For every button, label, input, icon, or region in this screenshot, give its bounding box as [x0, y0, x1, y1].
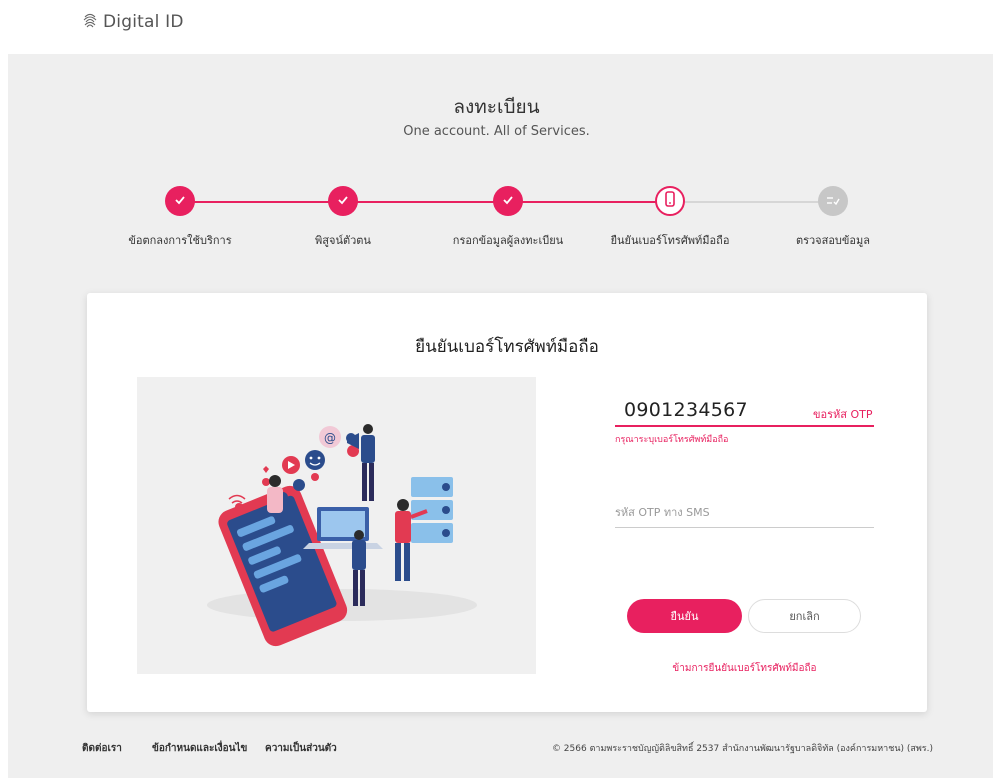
list-check-icon — [826, 192, 840, 211]
page-subtitle: One account. All of Services. — [403, 124, 590, 139]
footer-contact-link[interactable]: ติดต่อเรา — [82, 741, 122, 756]
mobile-phone-icon — [663, 191, 677, 211]
fingerprint-icon — [82, 11, 98, 33]
phone-verification-card: ยืนยันเบอร์โทรศัพท์มือถือ @ 0901234567 ข… — [87, 293, 927, 712]
step-1-indicator — [165, 186, 195, 216]
stepper-line-pending — [670, 201, 833, 203]
request-otp-link[interactable]: ขอรหัส OTP — [813, 405, 873, 423]
phone-number-value[interactable]: 0901234567 — [624, 399, 748, 421]
step-3-indicator — [493, 186, 523, 216]
check-icon — [173, 192, 187, 211]
step-1-label: ข้อตกลงการใช้บริการ — [128, 234, 232, 247]
card-title: ยืนยันเบอร์โทรศัพท์มือถือ — [415, 337, 599, 357]
page-title: ลงทะเบียน — [453, 96, 540, 118]
copyright-text: © 2566 ตามพระราชบัญญัติลิขสิทธิ์ 2537 สำ… — [551, 744, 933, 754]
step-2-indicator — [328, 186, 358, 216]
footer-terms-link[interactable]: ข้อกำหนดและเงื่อนไข — [152, 741, 247, 756]
svg-text:@: @ — [324, 431, 336, 445]
phone-error-message: กรุณาระบุเบอร์โทรศัพท์มือถือ — [615, 435, 729, 445]
step-2-label: พิสูจน์ตัวตน — [315, 234, 371, 247]
check-icon — [336, 192, 350, 211]
step-5-indicator — [818, 186, 848, 216]
step-4-label: ยืนยันเบอร์โทรศัพท์มือถือ — [610, 234, 730, 247]
phone-input-underline — [615, 425, 874, 427]
brand-logo[interactable]: Digital ID — [82, 11, 184, 33]
step-4-indicator — [655, 186, 685, 216]
cancel-button[interactable]: ยกเลิก — [748, 599, 861, 633]
step-3-label: กรอกข้อมูลผู้ลงทะเบียน — [452, 234, 564, 247]
step-5-label: ตรวจสอบข้อมูล — [795, 234, 871, 247]
brand-name: Digital ID — [103, 12, 184, 32]
check-icon — [501, 192, 515, 211]
skip-verification-link[interactable]: ข้ามการยืนยันเบอร์โทรศัพท์มือถือ — [615, 661, 874, 676]
footer-privacy-link[interactable]: ความเป็นส่วนตัว — [265, 741, 337, 756]
otp-input[interactable] — [615, 501, 874, 528]
confirm-button[interactable]: ยืนยัน — [627, 599, 742, 633]
top-bar: Digital ID — [0, 0, 993, 54]
illustration-image: @ — [137, 377, 536, 674]
stepper-line-complete — [180, 201, 670, 203]
